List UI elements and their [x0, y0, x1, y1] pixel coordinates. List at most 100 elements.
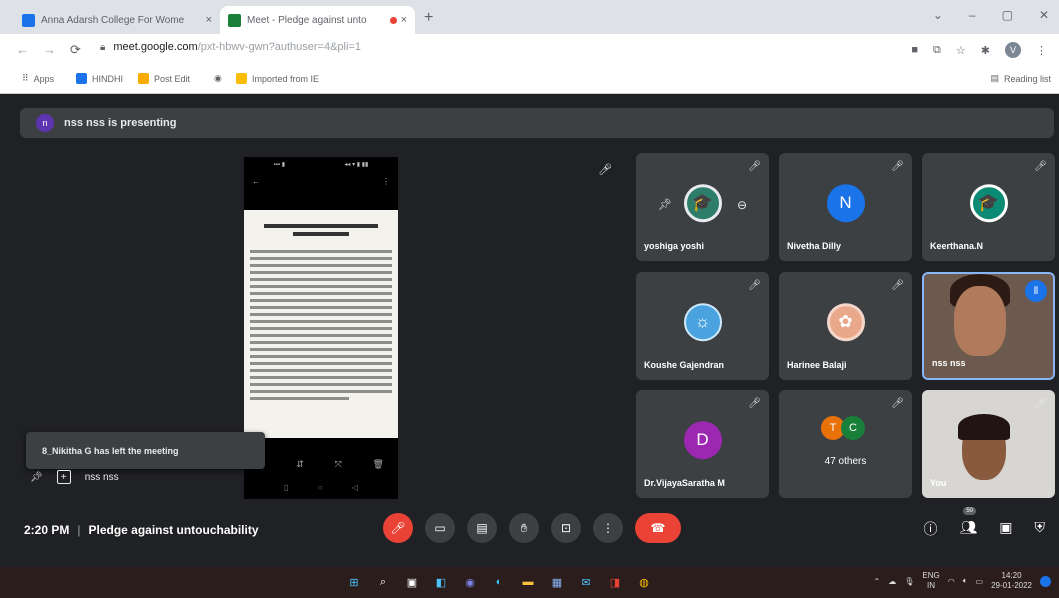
mic-off-icon: 🎤︎ — [891, 280, 904, 291]
widgets-icon[interactable]: ◧ — [431, 572, 451, 592]
fullscreen-icon[interactable]: + — [56, 470, 71, 484]
pin-icon[interactable]: 📌︎ — [30, 472, 43, 483]
nav-buttons: ← → ⟳ — [16, 42, 81, 58]
bookmark-apps[interactable]: ⠿ Apps — [22, 73, 54, 84]
participant-avatar: ✿ — [826, 303, 865, 342]
task-view-icon[interactable]: ▣ — [402, 572, 422, 592]
battery-icon[interactable]: ▭ — [976, 577, 984, 586]
host-controls-icon[interactable]: ⛨ — [1035, 519, 1046, 539]
camera-icon[interactable]: ■ — [911, 44, 918, 56]
minimize-button[interactable]: – — [969, 8, 976, 22]
search-icon[interactable]: ⌕ — [373, 572, 393, 592]
menu-icon[interactable]: ⋮ — [1036, 44, 1047, 57]
more-options-button[interactable]: ⋮ — [593, 513, 623, 543]
language-indicator[interactable]: ENG IN — [922, 571, 939, 591]
star-icon[interactable]: ☆ — [956, 44, 966, 57]
new-tab-button[interactable]: + — [424, 9, 433, 27]
puzzle-icon[interactable]: ✱ — [981, 44, 990, 57]
cloud-icon[interactable]: ☁︎ — [888, 577, 896, 586]
bookmark-post-edit[interactable]: Post Edit — [138, 73, 190, 84]
bookmark-label: HINDHI — [92, 73, 123, 84]
tab-college[interactable]: Anna Adarsh College For Wome × — [14, 6, 220, 34]
pin-icon[interactable]: 📌︎ — [658, 198, 672, 211]
mic-tray-icon[interactable]: 🎙︎ — [904, 577, 914, 586]
chat-app-icon[interactable]: ◉ — [460, 572, 480, 592]
self-video-tile[interactable]: 🎤︎ You — [922, 390, 1055, 498]
tray-date: 29-01-2022 — [991, 581, 1032, 590]
wifi-icon[interactable]: ◠ — [948, 577, 955, 586]
bookmark-imported[interactable]: Imported from IE — [236, 73, 319, 84]
folder-icon — [236, 73, 247, 84]
reading-list[interactable]: ▤ Reading list — [990, 73, 1051, 84]
call-controls: 🎤︎ ▭ ▤ ✋︎ ⊡ ⋮ ☎︎ — [383, 513, 681, 543]
mic-off-icon: 🎤︎ — [1034, 398, 1047, 409]
participant-name: yoshiga yoshi — [644, 241, 705, 251]
maximize-button[interactable]: ▢ — [1002, 8, 1013, 22]
chat-icon[interactable]: ▣ — [999, 519, 1012, 539]
bookmark-hindhi[interactable]: HINDHI — [76, 73, 123, 84]
participant-tile[interactable]: 🎤︎ D Dr.VijayaSaratha M — [636, 390, 769, 498]
profile-avatar[interactable]: V — [1005, 42, 1021, 58]
forward-icon[interactable]: → — [43, 42, 56, 58]
mic-toggle-button[interactable]: 🎤︎ — [383, 513, 413, 543]
remove-icon[interactable]: ⊖ — [737, 198, 747, 212]
mic-off-icon: 🎤︎ — [891, 398, 904, 409]
notification-icon[interactable] — [1040, 575, 1051, 587]
participant-tile[interactable]: 🎤︎ 🎓 Keerthana.N — [922, 153, 1055, 261]
pledge-document — [244, 210, 398, 438]
chrome-icon[interactable]: ◍ — [634, 572, 654, 592]
participant-name: Dr.VijayaSaratha M — [644, 478, 725, 488]
windows-taskbar: ⊞ ⌕ ▣ ◧ ◉ ◐ ▬ ▦ ✉︎ ◨ ◍ ⌃ ☁︎ 🎙︎ ENG IN ◠ 🔈… — [0, 567, 1059, 598]
tab-meet[interactable]: Meet - Pledge against unto × — [220, 6, 415, 34]
participant-tile[interactable]: 🎤︎ ✿ Harinee Balaji — [779, 272, 912, 380]
meeting-info: 2:20 PM | Pledge against untouchability — [24, 523, 259, 537]
others-tile[interactable]: 🎤︎ T C 47 others — [779, 390, 912, 498]
toolbar-icons: ■ ⧉ ☆ ✱ V ⋮ — [911, 42, 1047, 58]
edge-icon[interactable]: ◐ — [489, 572, 509, 592]
file-explorer-icon[interactable]: ▬ — [518, 572, 538, 592]
participant-name: nss nss — [932, 358, 966, 368]
camera-toggle-button[interactable]: ▭ — [425, 513, 455, 543]
browser-chrome: Anna Adarsh College For Wome × Meet - Pl… — [0, 0, 1059, 94]
start-icon[interactable]: ⊞ — [344, 572, 364, 592]
store-icon[interactable]: ▦ — [547, 572, 567, 592]
mail-icon[interactable]: ✉︎ — [576, 572, 596, 592]
info-icon[interactable]: ⓘ — [923, 519, 937, 539]
phone-status-bar: ▪▪▪ ▮ ◂◂ ▾ ▮ ▮▮ — [273, 162, 369, 168]
side-controls: ⓘ 👥︎ ▣ ⛨ — [923, 519, 1045, 539]
meeting-time: 2:20 PM — [24, 523, 70, 537]
close-tab-icon[interactable]: × — [206, 14, 212, 26]
volume-icon[interactable]: 🔈︎ — [963, 576, 968, 586]
taskbar-clock[interactable]: 14:20 29-01-2022 — [991, 571, 1032, 591]
participant-video-tile[interactable]: ⦀ nss nss — [922, 272, 1055, 380]
office-icon[interactable]: ◨ — [605, 572, 625, 592]
bookmark-icon — [138, 73, 149, 84]
back-icon[interactable]: ← — [16, 42, 29, 58]
participant-tile[interactable]: 🎤︎ ☼ Koushe Gajendran — [636, 272, 769, 380]
reload-icon[interactable]: ⟳ — [70, 42, 81, 58]
present-button[interactable]: ⊡ — [551, 513, 581, 543]
close-tab-icon[interactable]: × — [401, 14, 407, 26]
presenting-text: nss nss is presenting — [64, 117, 177, 129]
presenter-mic-off-icon: 🎤︎ — [598, 164, 612, 176]
bookmark-icon — [76, 73, 87, 84]
reading-list-icon: ▤ — [990, 73, 999, 83]
presenter-name: nss nss — [84, 471, 119, 483]
bookmark-globe[interactable]: ◉ — [214, 73, 222, 84]
meet-area: n nss nss is presenting ▪▪▪ ▮ ◂◂ ▾ ▮ ▮▮ ←… — [0, 95, 1059, 567]
meet-controls-bar: 2:20 PM | Pledge against untouchability … — [0, 503, 1059, 567]
people-icon[interactable]: 👥︎ — [959, 519, 977, 539]
extension-icon[interactable]: ⧉ — [933, 44, 941, 57]
captions-button[interactable]: ▤ — [467, 513, 497, 543]
tray-chevron-icon[interactable]: ⌃ — [874, 577, 881, 586]
close-window-button[interactable]: ✕ — [1039, 8, 1049, 22]
participant-tile[interactable]: 🎤︎ N Nivetha Dilly — [779, 153, 912, 261]
raise-hand-button[interactable]: ✋︎ — [509, 513, 539, 543]
tab-search-icon[interactable]: ⌄ — [933, 8, 943, 22]
bookmark-label: Post Edit — [154, 73, 191, 84]
presenter-label-row: 📌︎ + nss nss — [30, 470, 119, 484]
participant-avatar: C — [841, 416, 865, 440]
end-call-button[interactable]: ☎︎ — [635, 513, 681, 543]
participant-tile[interactable]: 🎤︎ 🎓 📌︎ ⊖ yoshiga yoshi — [636, 153, 769, 261]
url-field[interactable]: 🔒︎ meet.google.com/pxt-hbwv-gwn?authuser… — [100, 41, 361, 53]
